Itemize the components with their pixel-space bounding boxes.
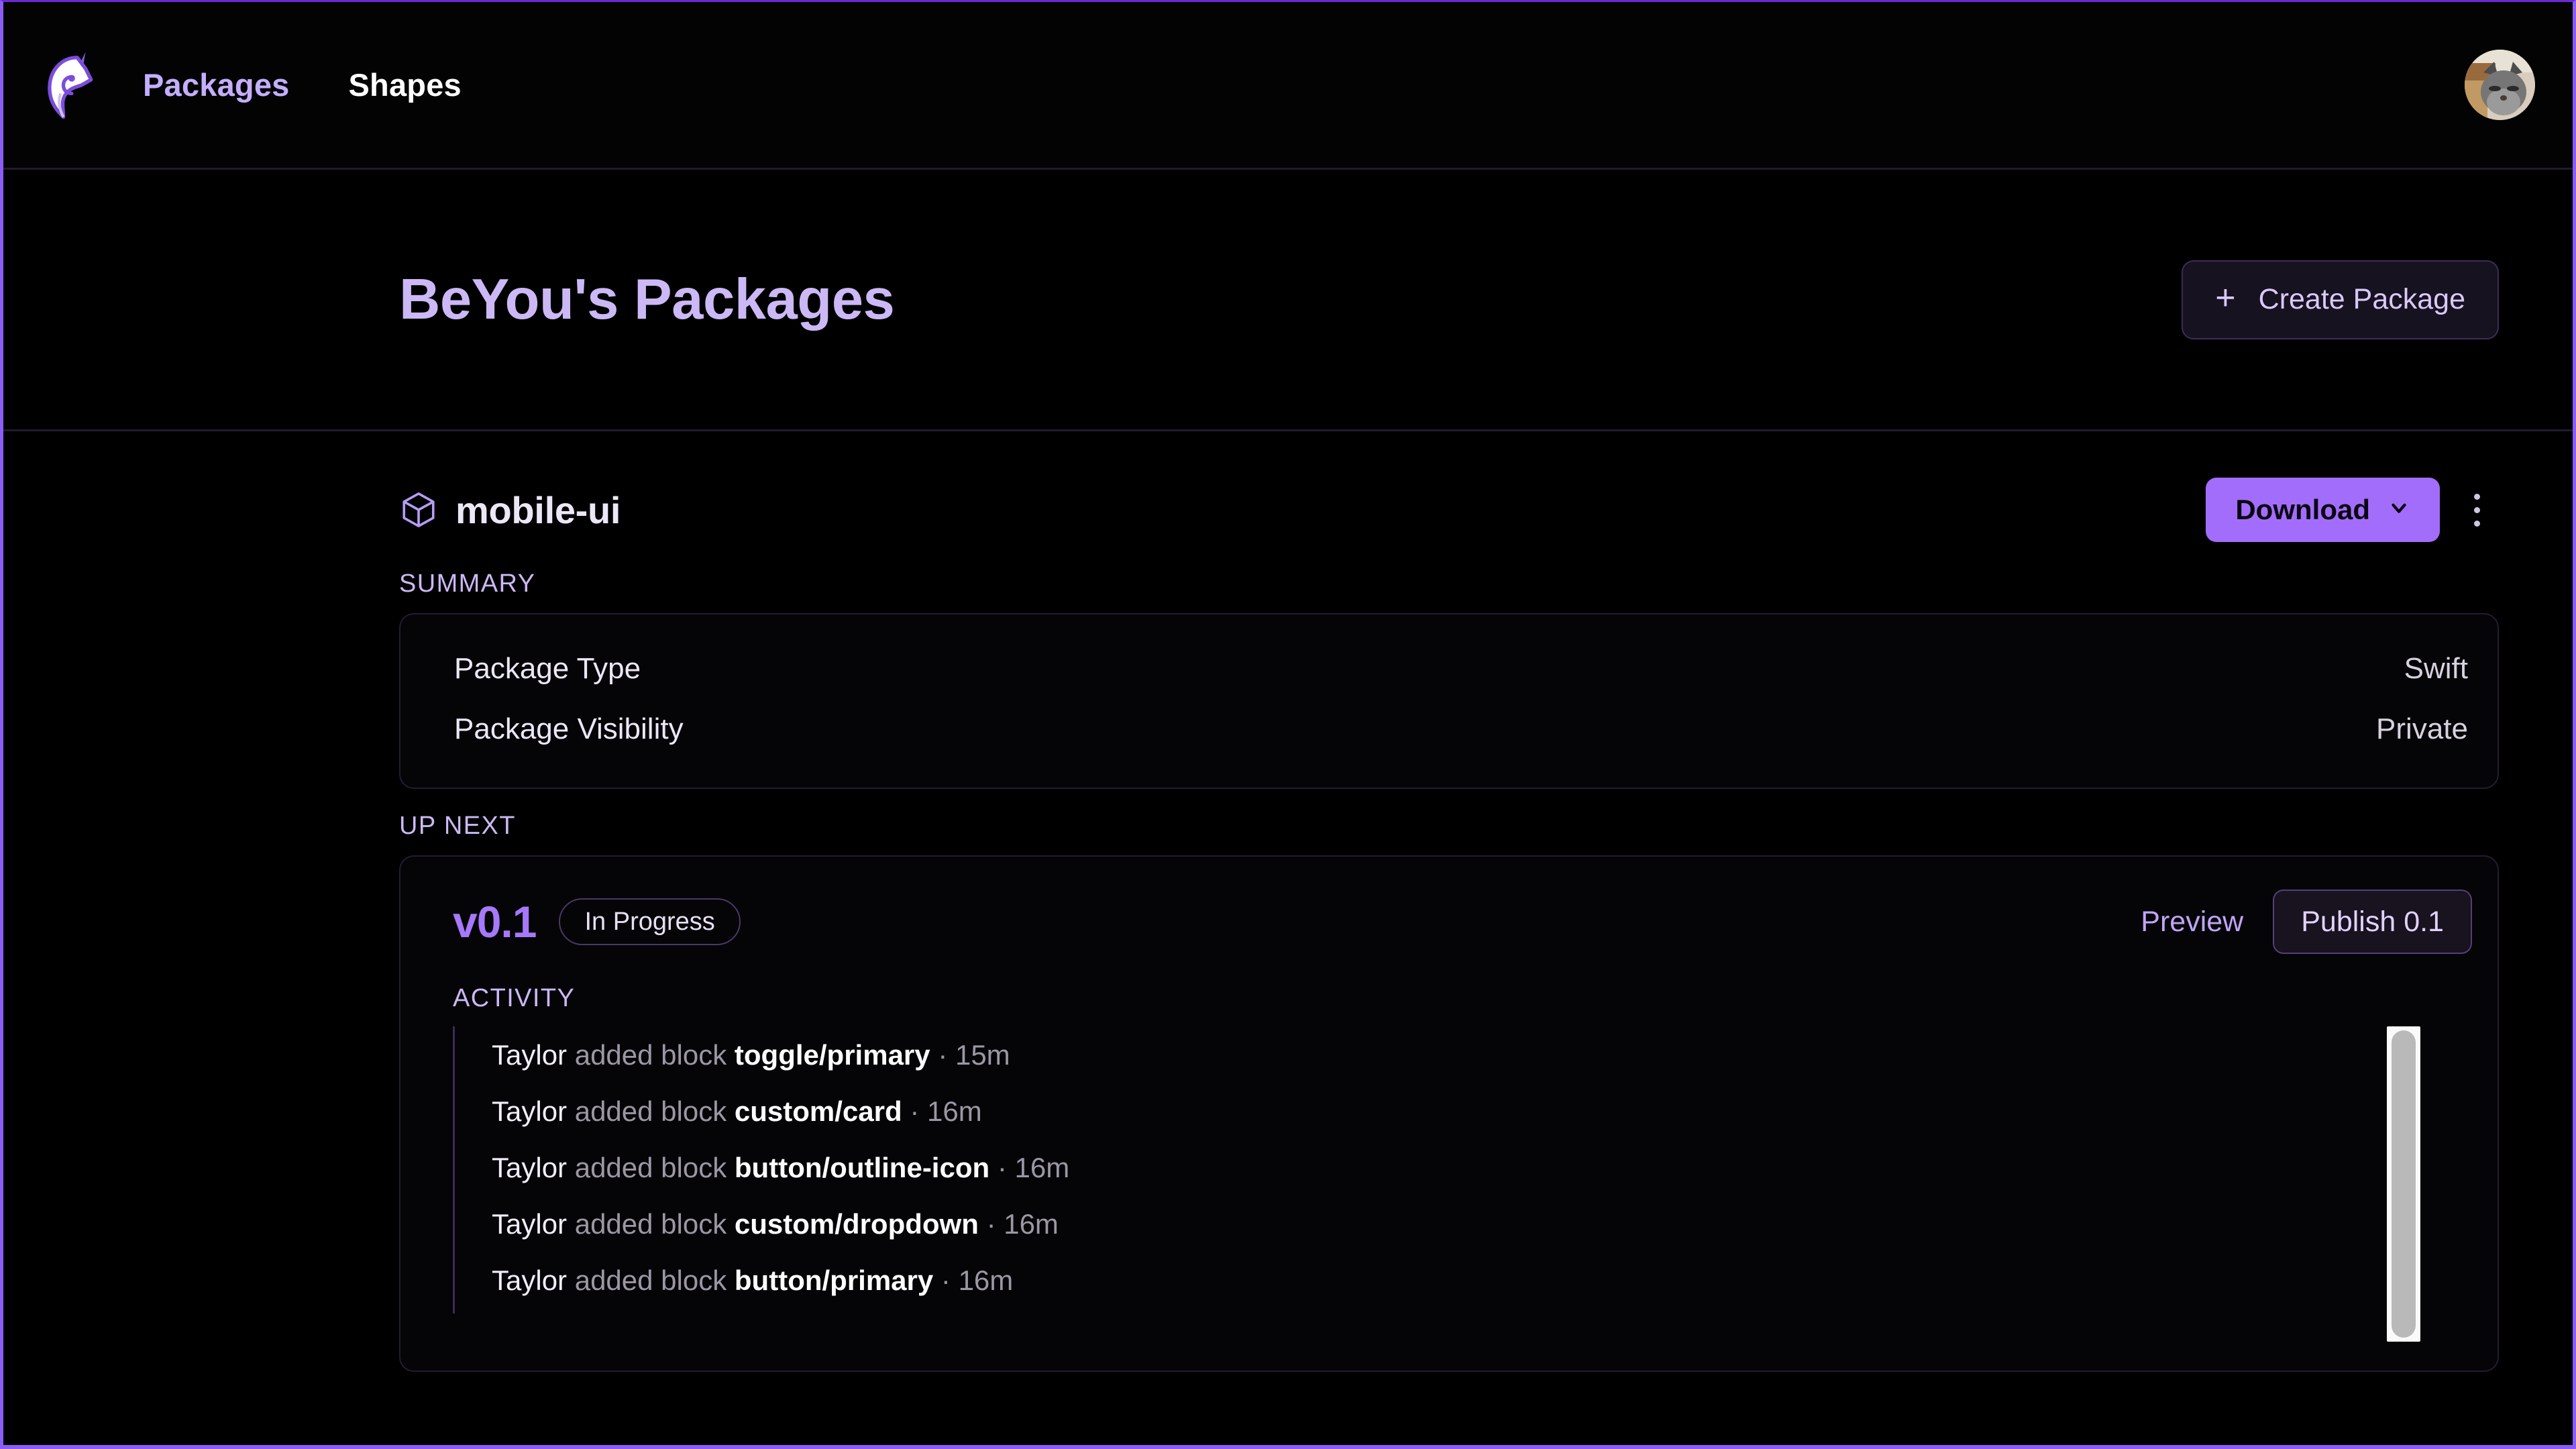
activity-block: toggle/primary <box>734 1039 930 1071</box>
up-next-card: v0.1 In Progress Preview Publish 0.1 ACT… <box>399 855 2499 1372</box>
activity-item[interactable]: Taylor added block toggle/primary · 15m <box>492 1032 2498 1088</box>
unicorn-logo-icon[interactable] <box>30 41 119 129</box>
version-number: v0.1 <box>453 897 537 947</box>
activity-list: Taylor added block toggle/primary · 15m … <box>453 1026 2498 1313</box>
summary-value: Swift <box>2404 652 2468 685</box>
activity-verb: added block <box>574 1265 727 1296</box>
nav-item-shapes[interactable]: Shapes <box>349 66 462 103</box>
activity-item[interactable]: Taylor added block button/outline-icon ·… <box>492 1144 2498 1201</box>
activity-actor: Taylor <box>492 1208 568 1240</box>
nav-item-packages[interactable]: Packages <box>143 66 290 103</box>
activity-time: · 16m <box>910 1095 982 1127</box>
activity-block: custom/dropdown <box>734 1208 979 1240</box>
summary-card: Package Type Swift Package Visibility Pr… <box>399 613 2499 789</box>
activity-wrapper: Taylor added block toggle/primary · 15m … <box>400 1026 2498 1342</box>
cube-icon <box>399 490 438 529</box>
nav-item-shapes-label: Shapes <box>348 67 462 103</box>
activity-verb: added block <box>574 1152 727 1183</box>
kebab-dot <box>2473 493 2480 500</box>
summary-row-package-type: Package Type Swift <box>454 639 2468 699</box>
navbar: Packages Shapes <box>3 2 2573 170</box>
create-package-button[interactable]: + Create Package <box>2182 260 2499 339</box>
summary-row-package-visibility: Package Visibility Private <box>454 699 2468 759</box>
main-content: mobile-ui Download SUMMARY Package Type … <box>3 473 2573 1372</box>
create-package-label: Create Package <box>2258 283 2465 315</box>
download-button[interactable]: Download <box>2206 478 2440 542</box>
summary-value: Private <box>2376 712 2468 745</box>
activity-block: button/outline-icon <box>734 1152 990 1183</box>
activity-block: button/primary <box>734 1265 934 1296</box>
activity-time: · 16m <box>997 1152 1070 1183</box>
activity-actor: Taylor <box>492 1265 568 1296</box>
activity-actor: Taylor <box>492 1095 568 1127</box>
up-next-label: UP NEXT <box>399 812 516 840</box>
package-section: mobile-ui Download SUMMARY Package Type … <box>3 473 2573 1372</box>
status-badge: In Progress <box>559 898 741 945</box>
avatar[interactable] <box>2465 50 2535 120</box>
activity-item[interactable]: Taylor added block button/primary · 16m <box>492 1257 2498 1313</box>
activity-time: · 16m <box>941 1265 1014 1296</box>
page-title: BeYou's Packages <box>399 267 895 331</box>
preview-link[interactable]: Preview <box>2141 906 2243 938</box>
nav-links: Packages Shapes <box>143 66 462 103</box>
activity-verb: added block <box>574 1039 727 1071</box>
download-label: Download <box>2235 494 2370 525</box>
activity-scrollbar[interactable] <box>2387 1026 2420 1342</box>
activity-scrollbar-thumb[interactable] <box>2392 1030 2416 1338</box>
activity-verb: added block <box>574 1095 727 1127</box>
activity-label: ACTIVITY <box>453 984 576 1012</box>
activity-time: · 16m <box>986 1208 1059 1240</box>
kebab-menu-icon[interactable] <box>2455 478 2499 542</box>
nav-item-packages-label: Packages <box>143 67 290 103</box>
activity-actor: Taylor <box>492 1039 568 1071</box>
kebab-dot <box>2473 520 2480 527</box>
package-header-row: mobile-ui Download <box>399 473 2499 547</box>
version-row: v0.1 In Progress Preview Publish 0.1 <box>400 885 2498 959</box>
activity-actor: Taylor <box>492 1152 568 1183</box>
kebab-dot <box>2473 506 2480 513</box>
summary-key: Package Type <box>454 652 641 685</box>
activity-verb: added block <box>574 1208 727 1240</box>
activity-item[interactable]: Taylor added block custom/dropdown · 16m <box>492 1201 2498 1257</box>
activity-block: custom/card <box>734 1095 902 1127</box>
summary-label: SUMMARY <box>399 570 536 598</box>
publish-button[interactable]: Publish 0.1 <box>2273 890 2472 954</box>
page-header: BeYou's Packages + Create Package <box>3 170 2573 431</box>
plus-icon: + <box>2215 278 2236 317</box>
summary-key: Package Visibility <box>454 712 684 745</box>
activity-time: · 15m <box>938 1039 1010 1071</box>
chevron-down-icon <box>2387 494 2410 526</box>
package-name: mobile-ui <box>455 488 621 531</box>
activity-item[interactable]: Taylor added block custom/card · 16m <box>492 1088 2498 1144</box>
